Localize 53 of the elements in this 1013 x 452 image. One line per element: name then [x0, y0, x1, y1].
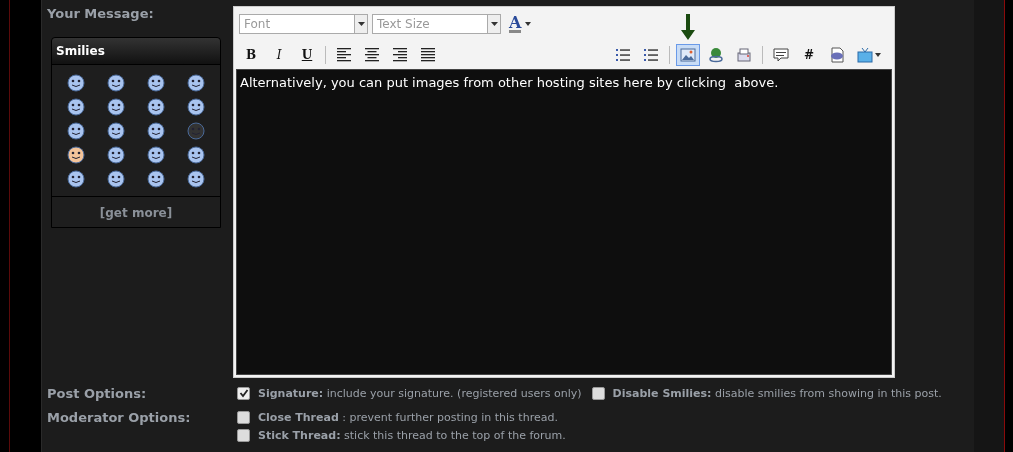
- align-left-icon: [336, 47, 352, 63]
- checkbox[interactable]: [237, 410, 250, 424]
- align-center-icon: [364, 47, 380, 63]
- font-color-button[interactable]: A: [505, 15, 536, 33]
- smiley-icon[interactable]: [147, 146, 165, 164]
- checkbox[interactable]: [237, 428, 250, 442]
- option-text: Stick Thread: stick this thread to the top of the forum.: [258, 428, 566, 442]
- smiley-icon[interactable]: [107, 122, 125, 140]
- caret-icon: [490, 22, 498, 26]
- smiley-icon[interactable]: [187, 170, 205, 188]
- olist-icon: [615, 47, 631, 63]
- smiley-icon[interactable]: [67, 122, 85, 140]
- format-button[interactable]: B: [239, 44, 263, 66]
- message-textarea[interactable]: Alternatively, you can put images from other hosting sites here by clicking above.: [236, 69, 892, 375]
- smiley-icon[interactable]: [147, 122, 165, 140]
- smiley-icon[interactable]: [107, 170, 125, 188]
- smiley-icon[interactable]: [187, 146, 205, 164]
- caret-icon: [875, 53, 881, 57]
- smiley-icon[interactable]: [67, 146, 85, 164]
- align-justify-icon: [420, 47, 436, 63]
- smiley-icon[interactable]: [147, 170, 165, 188]
- smiley-icon[interactable]: [147, 74, 165, 92]
- option-text: Disable Smilies: disable smilies from showing in this post.: [612, 386, 942, 400]
- arrow-icon: [681, 14, 695, 40]
- format-button[interactable]: #: [797, 44, 821, 66]
- caret-icon: [525, 22, 532, 26]
- smiley-icon[interactable]: [67, 74, 85, 92]
- smiley-icon[interactable]: [107, 146, 125, 164]
- checkbox[interactable]: [591, 386, 605, 400]
- smiley-icon[interactable]: [187, 74, 205, 92]
- align-right-icon: [392, 47, 408, 63]
- get-more-link[interactable]: [get more]: [99, 206, 173, 220]
- field-label: Your Message:: [47, 6, 155, 23]
- option-label: Post Options:: [47, 385, 148, 402]
- option-text: Signature: include your signature. (registered users only): [258, 386, 582, 400]
- image-icon: [680, 47, 696, 63]
- smiley-icon[interactable]: [107, 74, 125, 92]
- option-text: Close Thread : prevent further posting in this thread.: [258, 410, 558, 424]
- quote-icon: [773, 47, 789, 63]
- smiley-icon[interactable]: [187, 98, 205, 116]
- smiley-icon[interactable]: [67, 98, 85, 116]
- php-icon: [829, 47, 845, 63]
- smiley-icon[interactable]: [67, 170, 85, 188]
- format-button[interactable]: U: [295, 44, 319, 66]
- smiley-icon[interactable]: [107, 98, 125, 116]
- format-button[interactable]: I: [267, 44, 291, 66]
- checkbox[interactable]: [237, 386, 250, 400]
- smiley-icon[interactable]: [147, 98, 165, 116]
- ulist-icon: [643, 47, 659, 63]
- option-label: Moderator Options:: [47, 409, 192, 427]
- caret-icon: [357, 22, 365, 26]
- panel-title: Smilies: [52, 38, 220, 65]
- video-icon: [857, 47, 873, 63]
